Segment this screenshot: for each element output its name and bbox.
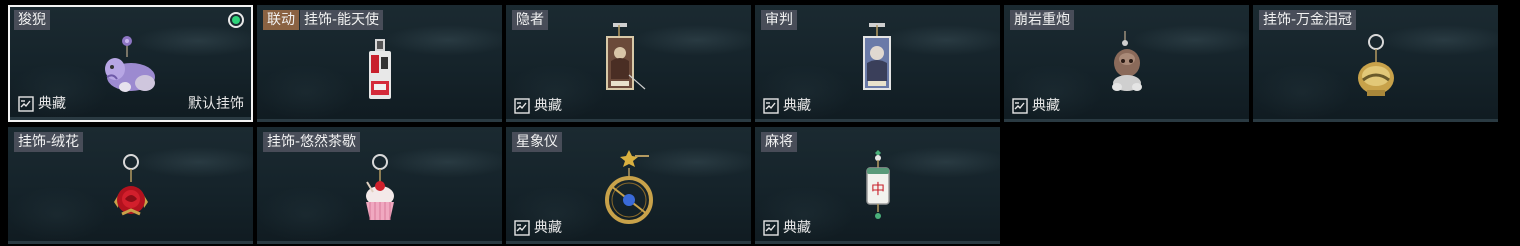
mahjong-tile-charm-icon: 中 <box>860 146 896 230</box>
collection-badge: 典藏 <box>763 97 811 115</box>
collection-label: 典藏 <box>534 98 562 114</box>
collection-stamp-icon <box>1012 98 1028 114</box>
cupcake-charm-icon <box>357 152 403 236</box>
charm-name-tag: 挂饰-悠然茶歇 <box>263 132 361 152</box>
charm-name: 挂饰-悠然茶歇 <box>263 132 361 152</box>
collection-label: 典藏 <box>1032 98 1060 114</box>
charm-name-tag: 联动 挂饰-能天使 <box>263 10 384 30</box>
charm-name: 挂饰-万金泪冠 <box>1259 10 1357 30</box>
charm-name-tag: 挂饰-绒花 <box>14 132 84 152</box>
charm-name: 星象仪 <box>512 132 562 152</box>
charm-name: 挂饰-能天使 <box>300 10 384 30</box>
charm-name-tag: 审判 <box>761 10 797 30</box>
collab-badge: 联动 <box>263 10 299 30</box>
collection-label: 典藏 <box>783 220 811 236</box>
charm-card-velvet-flower[interactable]: 挂饰-绒花 <box>8 127 253 244</box>
rock-creature-charm-icon <box>1105 29 1149 103</box>
charm-card-angel[interactable]: 联动 挂饰-能天使 <box>257 5 502 122</box>
charm-name-tag: 崩岩重炮 <box>1010 10 1074 30</box>
hermit-tarot-charm-icon <box>599 17 659 107</box>
collection-badge: 典藏 <box>763 219 811 237</box>
qilin-lion-charm-icon <box>101 33 161 103</box>
collection-badge: 典藏 <box>18 95 66 113</box>
charm-card-astrolabe[interactable]: 星象仪 典藏 <box>506 127 751 244</box>
collection-stamp-icon <box>763 220 779 236</box>
collection-badge: 典藏 <box>514 97 562 115</box>
charm-card-rock-cannon[interactable]: 崩岩重炮 典藏 <box>1004 5 1249 122</box>
svg-text:中: 中 <box>871 182 885 198</box>
charm-name: 狻猊 <box>14 10 50 30</box>
collection-stamp-icon <box>18 96 34 112</box>
charm-name: 崩岩重炮 <box>1010 10 1074 30</box>
charm-name-tag: 麻将 <box>761 132 797 152</box>
charm-card-mahjong[interactable]: 麻将 中 典藏 <box>755 127 1000 244</box>
red-rose-charm-icon <box>108 152 154 232</box>
charm-card-gold-crown[interactable]: 挂饰-万金泪冠 <box>1253 5 1498 122</box>
charm-card-hermit[interactable]: 隐者 典藏 <box>506 5 751 122</box>
charm-name: 麻将 <box>761 132 797 152</box>
angel-charm-icon <box>365 37 395 111</box>
collection-stamp-icon <box>514 220 530 236</box>
charm-name-tag: 狻猊 <box>14 10 50 30</box>
charm-name-tag: 星象仪 <box>512 132 562 152</box>
astrolabe-charm-icon <box>599 146 659 234</box>
judgement-tarot-charm-icon <box>853 17 903 107</box>
charm-name: 审判 <box>761 10 797 30</box>
collection-badge: 典藏 <box>514 219 562 237</box>
charm-card-suanni[interactable]: 狻猊 典藏 默认挂饰 <box>8 5 253 122</box>
collection-label: 典藏 <box>783 98 811 114</box>
collection-label: 典藏 <box>38 96 66 112</box>
radio-dot-icon <box>228 12 244 28</box>
charm-name-tag: 挂饰-万金泪冠 <box>1259 10 1357 30</box>
collection-stamp-icon <box>514 98 530 114</box>
charm-card-judgement[interactable]: 审判 典藏 <box>755 5 1000 122</box>
collection-label: 典藏 <box>534 220 562 236</box>
charm-grid: 狻猊 典藏 默认挂饰 联动 挂饰-能天使 隐者 典藏 审判 典藏 崩岩重炮 典藏… <box>0 0 1520 246</box>
gold-crown-charm-icon <box>1351 32 1401 108</box>
default-charm-label: 默认挂饰 <box>188 96 244 112</box>
charm-name-tag: 隐者 <box>512 10 548 30</box>
charm-name: 隐者 <box>512 10 548 30</box>
collection-badge: 典藏 <box>1012 97 1060 115</box>
charm-name: 挂饰-绒花 <box>14 132 84 152</box>
charm-card-tea-break[interactable]: 挂饰-悠然茶歇 <box>257 127 502 244</box>
collection-stamp-icon <box>763 98 779 114</box>
